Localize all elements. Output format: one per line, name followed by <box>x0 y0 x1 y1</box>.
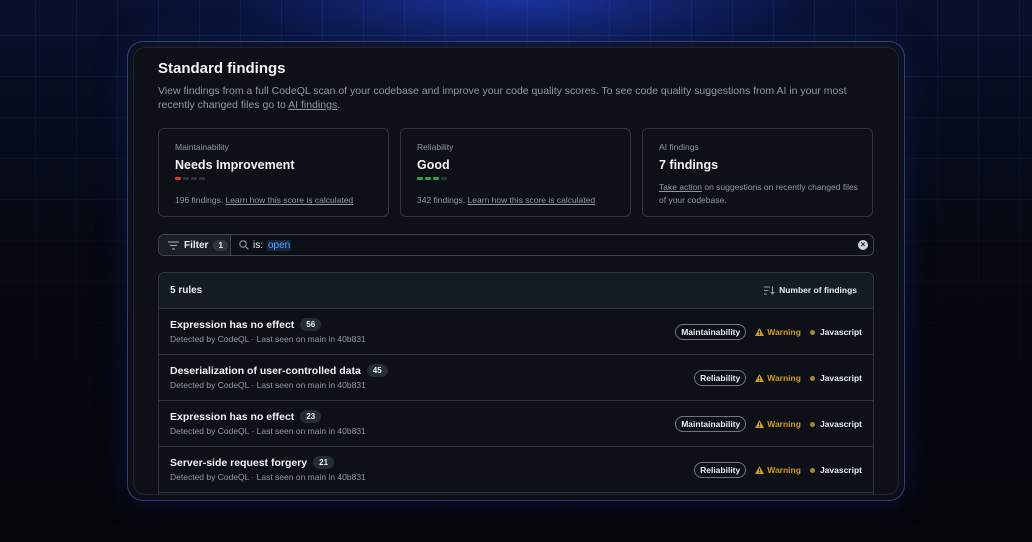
card-note: Take action on suggestions on recently c… <box>659 182 858 205</box>
table-row[interactable]: Server-side request forgery 21 Detected b… <box>159 447 873 493</box>
card-label: Maintainability <box>175 142 229 152</box>
rule-meta: Detected by CodeQL · Last seen on main i… <box>170 380 366 390</box>
finding-count-badge: 56 <box>300 318 322 331</box>
table-header: 5 rules Number of findings <box>159 273 873 309</box>
page-description: View findings from a full CodeQL scan of… <box>158 85 847 111</box>
card-footer: 196 findings. Learn how this score is ca… <box>175 195 354 205</box>
score-cards: Maintainability Needs Improvement 196 fi… <box>158 128 874 217</box>
rules-table: 5 rules Number of findings Expression ha… <box>158 272 874 494</box>
score-segment <box>199 177 205 180</box>
rules-count: 5 rules <box>170 285 203 296</box>
category-tag: Reliability <box>694 370 747 386</box>
score-bar <box>175 177 205 180</box>
category-tag: Maintainability <box>675 416 747 432</box>
severity-label: Warning <box>755 465 801 475</box>
warning-icon <box>755 466 765 474</box>
language-dot-icon <box>809 329 815 335</box>
score-segment <box>183 177 189 180</box>
table-row[interactable]: Expression has no effect 56 Detected by C… <box>159 309 873 355</box>
clear-search-icon[interactable]: × <box>858 240 868 250</box>
sort-label: Number of findings <box>779 285 857 295</box>
category-tag: Maintainability <box>675 324 747 340</box>
table-row[interactable]: Deserialization of user-controlled data 4… <box>159 355 873 401</box>
language-label: Javascript <box>809 419 862 429</box>
reliability-card: Reliability Good 342 findings. Learn how… <box>400 128 631 217</box>
language-label: Javascript <box>809 465 862 475</box>
query-key: is: <box>253 239 263 251</box>
maintainability-card: Maintainability Needs Improvement 196 fi… <box>158 128 389 217</box>
severity-label: Warning <box>755 419 801 429</box>
search-input[interactable]: is: open <box>239 235 292 255</box>
filter-button[interactable]: Filter 1 <box>159 235 231 255</box>
rule-name[interactable]: Server-side request forgery <box>170 457 307 469</box>
score-segment <box>175 177 181 180</box>
score-segment <box>433 177 439 180</box>
card-label: Reliability <box>417 142 454 152</box>
severity-label: Warning <box>755 373 801 383</box>
severity-label: Warning <box>755 327 801 337</box>
score-segment <box>441 177 447 180</box>
language-label: Javascript <box>809 373 862 383</box>
score-segment <box>191 177 197 180</box>
card-value: 7 findings <box>659 158 719 172</box>
learn-score-link[interactable]: Learn how this score is calculated <box>468 195 596 205</box>
learn-score-link[interactable]: Learn how this score is calculated <box>226 195 354 205</box>
filter-label: Filter <box>184 239 209 251</box>
page-title: Standard findings <box>158 60 286 77</box>
rule-name[interactable]: Deserialization of user-controlled data <box>170 365 361 377</box>
finding-count-badge: 23 <box>300 410 322 423</box>
ai-findings-link[interactable]: AI findings <box>288 99 337 111</box>
filter-bar: Filter 1 is: open × <box>158 234 874 256</box>
category-tag: Reliability <box>694 462 747 478</box>
filter-count-badge: 1 <box>213 239 228 251</box>
rule-name[interactable]: Expression has no effect <box>170 319 294 331</box>
table-row[interactable]: Expression has no effect 23 Detected by C… <box>159 401 873 447</box>
warning-icon <box>755 420 765 428</box>
sort-descending-icon <box>764 285 775 295</box>
language-label: Javascript <box>809 327 862 337</box>
finding-count-badge: 21 <box>313 456 335 469</box>
rule-name[interactable]: Expression has no effect <box>170 411 294 423</box>
take-action-link[interactable]: Take action <box>659 182 702 192</box>
filter-icon <box>168 240 179 250</box>
rule-meta: Detected by CodeQL · Last seen on main i… <box>170 334 366 344</box>
finding-count-badge: 45 <box>366 364 388 377</box>
search-icon <box>239 240 249 250</box>
query-value: open <box>267 239 292 251</box>
card-label: AI findings <box>659 142 699 152</box>
language-dot-icon <box>809 421 815 427</box>
rule-meta: Detected by CodeQL · Last seen on main i… <box>170 426 366 436</box>
sort-button[interactable]: Number of findings <box>764 285 857 295</box>
score-segment <box>417 177 423 180</box>
warning-icon <box>755 374 765 382</box>
warning-icon <box>755 328 765 336</box>
rule-meta: Detected by CodeQL · Last seen on main i… <box>170 472 366 482</box>
card-value: Needs Improvement <box>175 158 295 172</box>
findings-panel: Standard findings View findings from a f… <box>133 47 899 495</box>
card-footer: 342 findings. Learn how this score is ca… <box>417 195 596 205</box>
score-bar <box>417 177 447 180</box>
language-dot-icon <box>809 467 815 473</box>
score-segment <box>425 177 431 180</box>
language-dot-icon <box>809 375 815 381</box>
ai-findings-card: AI findings 7 findings Take action on su… <box>642 128 873 217</box>
card-value: Good <box>417 158 450 172</box>
